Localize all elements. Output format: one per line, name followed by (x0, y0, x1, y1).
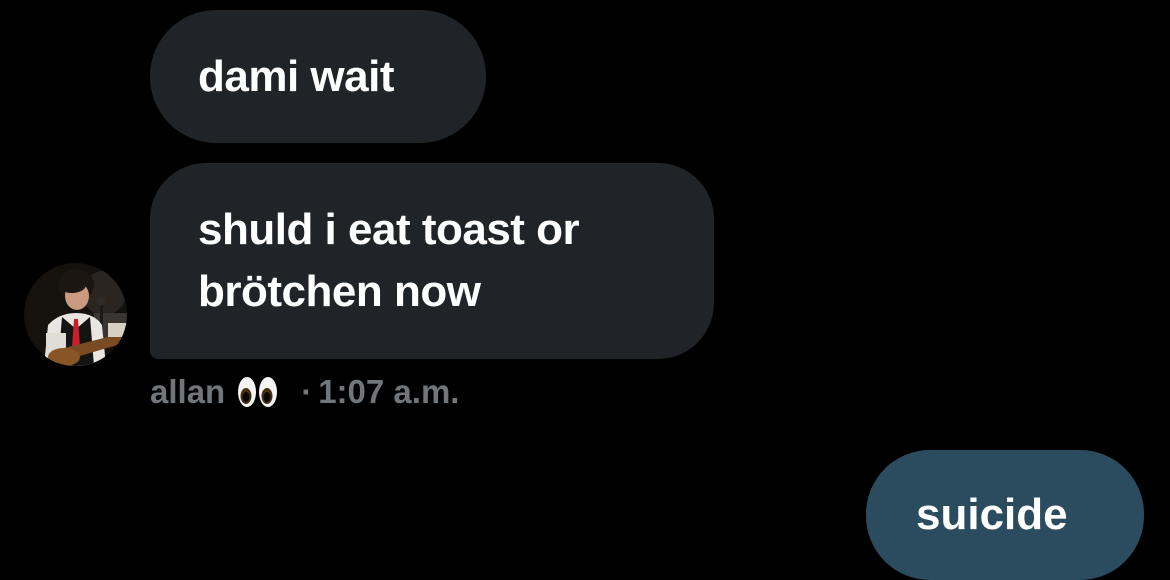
message-text: suicide (916, 490, 1068, 539)
sender-avatar[interactable] (24, 263, 127, 366)
message-text: dami wait (198, 51, 395, 101)
incoming-message-bubble[interactable]: dami wait (150, 10, 486, 143)
message-text-line: shuld i eat toast or (198, 205, 580, 254)
message-timestamp: 1:07 a.m. (318, 373, 460, 410)
meta-separator: · (301, 373, 313, 410)
sender-name: allan (150, 373, 226, 410)
message-text-line: brötchen now (198, 267, 481, 316)
incoming-message-bubble[interactable]: shuld i eat toast or brötchen now (150, 163, 714, 359)
outgoing-message-bubble[interactable]: suicide (866, 450, 1144, 580)
eyes-icon (237, 375, 279, 409)
message-meta: allan · 1:07 a.m. (150, 372, 459, 412)
